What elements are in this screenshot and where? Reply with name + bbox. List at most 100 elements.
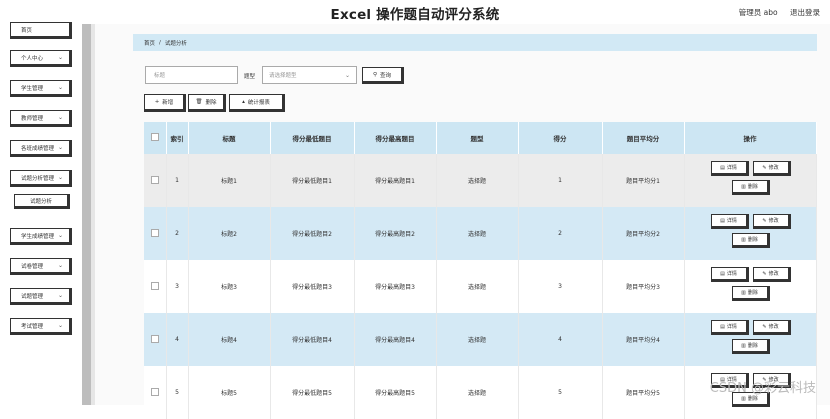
cell-avg: 题目平均分5 <box>602 366 685 419</box>
cell-title: 标题1 <box>188 154 271 207</box>
question-analysis-table: 索引 标题 得分最低题目 得分最高题目 题型 得分 题目平均分 操作 1 标题1 得… <box>144 122 817 419</box>
column-header-lowest[interactable]: 得分最低题目 <box>270 122 355 154</box>
watermark: CSDN @彩云科技 <box>709 381 816 396</box>
row-delete-button-label: 删除 <box>747 343 758 349</box>
cell-type: 选择题 <box>436 207 519 260</box>
row-checkbox-cell[interactable] <box>144 207 167 260</box>
app-title: Excel 操作题自动评分系统 <box>330 7 500 23</box>
sidebar-item-question-analysis-management[interactable]: 试题分析管理 ⌄ <box>10 170 72 187</box>
edit-button[interactable]: ✎ 修改 <box>752 161 791 176</box>
breadcrumb-home[interactable]: 首页 <box>144 39 155 47</box>
sidebar-item-home[interactable]: 首页 <box>10 22 72 39</box>
delete-button[interactable]: 🗑 删除 <box>188 94 226 112</box>
cell-avg: 题目平均分3 <box>602 260 685 313</box>
detail-button[interactable]: ▤ 详情 <box>710 320 749 335</box>
cell-type: 选择题 <box>436 260 519 313</box>
trash-icon: 🗑 <box>195 99 203 105</box>
row-checkbox[interactable] <box>150 175 159 184</box>
sidebar-scrollbar[interactable] <box>82 24 91 405</box>
row-delete-button[interactable]: ▥ 删除 <box>731 180 770 195</box>
stats-report-button[interactable]: ▴ 统计报表 <box>229 94 285 112</box>
cell-index: 4 <box>166 313 189 366</box>
column-header-index[interactable]: 索引 <box>166 122 189 154</box>
select-all-header[interactable] <box>144 122 167 154</box>
cell-type: 选择题 <box>436 313 519 366</box>
sidebar-item-teacher-management[interactable]: 教师管理 ⌄ <box>10 110 72 127</box>
add-button[interactable]: + 新增 <box>144 94 186 112</box>
row-checkbox-cell[interactable] <box>144 366 167 419</box>
row-checkbox-cell[interactable] <box>144 154 167 207</box>
breadcrumb: 首页 / 试题分析 <box>133 34 817 51</box>
column-header-highest[interactable]: 得分最高题目 <box>354 122 437 154</box>
edit-icon: ✎ <box>762 164 767 171</box>
row-checkbox[interactable] <box>150 281 159 290</box>
sidebar-item-label: 试卷管理 <box>21 263 44 270</box>
sidebar-subitem-question-analysis[interactable]: 试题分析 <box>14 194 70 209</box>
title-search-input[interactable]: 标题 <box>145 66 238 84</box>
trash-icon: ▥ <box>741 289 746 296</box>
cell-title: 标题5 <box>188 366 271 419</box>
table-row: 1 标题1 得分最低题目1 得分最高题目1 选择题 1 题目平均分1 ▤ 详情 ✎ 修改 ▥ 删除 <box>144 154 817 207</box>
sidebar-item-question-management[interactable]: 试题管理 ⌄ <box>10 288 72 305</box>
logout-link[interactable]: 退出登录 <box>790 8 820 17</box>
sidebar-item-label: 考试管理 <box>21 323 44 330</box>
sidebar-item-label: 教师管理 <box>21 115 44 122</box>
sidebar-item-student-management[interactable]: 学生管理 ⌄ <box>10 80 72 97</box>
cell-score: 2 <box>518 207 603 260</box>
sidebar-item-label: 试题分析管理 <box>21 175 55 182</box>
chevron-down-icon: ⌄ <box>57 114 63 121</box>
cell-high: 得分最高题目4 <box>354 313 437 366</box>
row-delete-button[interactable]: ▥ 删除 <box>731 286 770 301</box>
sidebar-item-label: 各班成绩管理 <box>21 145 55 152</box>
trash-icon: ▥ <box>741 395 746 402</box>
detail-button[interactable]: ▤ 详情 <box>710 161 749 176</box>
edit-button[interactable]: ✎ 修改 <box>752 320 791 335</box>
sidebar-item-class-score-management[interactable]: 各班成绩管理 ⌄ <box>10 140 72 157</box>
sidebar-item-student-score-management[interactable]: 学生成绩管理 ⌄ <box>10 228 72 245</box>
detail-button[interactable]: ▤ 详情 <box>710 267 749 282</box>
row-checkbox[interactable] <box>150 387 159 396</box>
row-delete-button-label: 删除 <box>747 184 758 190</box>
select-all-checkbox[interactable] <box>150 133 159 141</box>
chevron-down-icon: ⌄ <box>57 292 63 299</box>
sidebar-item-exam-management[interactable]: 考试管理 ⌄ <box>10 318 72 335</box>
table-row: 4 标题4 得分最低题目4 得分最高题目4 选择题 4 题目平均分4 ▤ 详情 ✎ 修改 ▥ 删除 <box>144 313 817 366</box>
cell-score: 4 <box>518 313 603 366</box>
column-header-average[interactable]: 题目平均分 <box>602 122 685 154</box>
detail-button[interactable]: ▤ 详情 <box>710 214 749 229</box>
edit-button[interactable]: ✎ 修改 <box>752 267 791 282</box>
chevron-down-icon: ⌄ <box>57 144 63 151</box>
cell-index: 3 <box>166 260 189 313</box>
edit-button-label: 修改 <box>768 324 779 330</box>
type-select[interactable]: 请选择题型 ⌄ <box>262 66 357 84</box>
cell-title: 标题2 <box>188 207 271 260</box>
sidebar-item-label: 个人中心 <box>21 55 44 62</box>
sidebar-item-personal-center[interactable]: 个人中心 ⌄ <box>10 50 72 67</box>
cell-index: 5 <box>166 366 189 419</box>
row-delete-button[interactable]: ▥ 删除 <box>731 339 770 354</box>
row-checkbox[interactable] <box>150 228 159 237</box>
chevron-down-icon: ⌄ <box>57 322 63 329</box>
sidebar-item-paper-management[interactable]: 试卷管理 ⌄ <box>10 258 72 275</box>
row-delete-button[interactable]: ▥ 删除 <box>731 233 770 248</box>
sidebar-item-label: 学生成绩管理 <box>21 233 55 240</box>
column-header-score[interactable]: 得分 <box>518 122 603 154</box>
cell-low: 得分最低题目4 <box>270 313 355 366</box>
actions-cell: ▤ 详情 ✎ 修改 ▥ 删除 <box>684 154 817 207</box>
edit-button[interactable]: ✎ 修改 <box>752 214 791 229</box>
chevron-down-icon: ⌄ <box>57 84 63 91</box>
column-header-title[interactable]: 标题 <box>188 122 271 154</box>
breadcrumb-separator: / <box>159 39 161 46</box>
cell-index: 2 <box>166 207 189 260</box>
query-button[interactable]: ⚲ 查询 <box>362 67 404 84</box>
sidebar-item-label: 首页 <box>21 27 33 34</box>
row-checkbox-cell[interactable] <box>144 260 167 313</box>
row-checkbox-cell[interactable] <box>144 313 167 366</box>
column-header-type[interactable]: 题型 <box>436 122 519 154</box>
row-checkbox[interactable] <box>150 334 159 343</box>
detail-button-label: 详情 <box>726 218 737 224</box>
sidebar-item-label: 试题管理 <box>21 293 44 300</box>
delete-button-label: 删除 <box>205 100 217 106</box>
user-area: 管理员 abo 退出登录 <box>729 7 820 18</box>
detail-button-label: 详情 <box>726 324 737 330</box>
